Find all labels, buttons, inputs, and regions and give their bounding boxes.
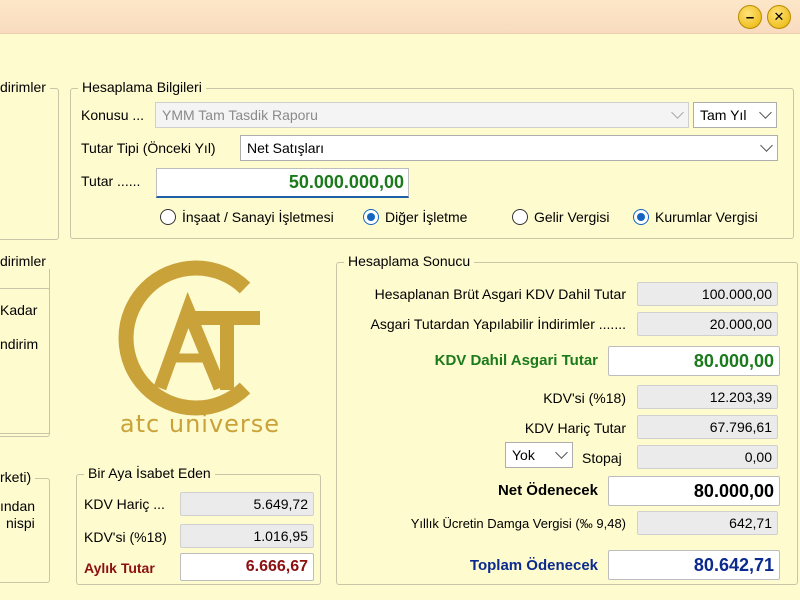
radio-selected-icon xyxy=(363,209,379,225)
chevron-down-icon xyxy=(759,106,772,119)
period-select[interactable]: Tam Yıl xyxy=(693,102,777,128)
chevron-down-icon xyxy=(671,106,684,119)
brut-value: 100.000,00 xyxy=(637,282,778,306)
bir-aya-legend: Bir Aya İsabet Eden xyxy=(84,465,215,481)
left-group-2-legend: dirimler xyxy=(0,253,50,269)
radio-diger-label: Diğer İşletme xyxy=(385,209,468,225)
hesaplama-bilgileri-legend: Hesaplama Bilgileri xyxy=(78,79,206,95)
sonuc-kdv-haric-label: KDV Hariç Tutar xyxy=(524,420,626,436)
left-text-undan: ından xyxy=(0,498,36,514)
stopaj-select-value: Yok xyxy=(512,447,535,463)
stopaj-select[interactable]: Yok xyxy=(505,442,573,468)
left-text-nispi: nispi xyxy=(6,515,35,531)
radio-insaat-label: İnşaat / Sanayi İşletmesi xyxy=(182,209,334,225)
toplam-odenecek-value: 80.642,71 xyxy=(608,550,780,580)
radio-selected-icon xyxy=(633,209,649,225)
aylik-tutar-label: Aylık Tutar xyxy=(84,560,155,576)
left-group-1-legend: dirimler xyxy=(0,79,50,95)
tutar-label: Tutar ...... xyxy=(81,173,141,189)
radio-insaat[interactable]: İnşaat / Sanayi İşletmesi xyxy=(160,209,334,225)
sonuc-kdvsi-value: 12.203,39 xyxy=(637,385,778,409)
sonuc-kdv-haric-value: 67.796,61 xyxy=(637,415,778,439)
aylik-tutar-value: 6.666,67 xyxy=(180,553,314,581)
brut-label: Hesaplanan Brüt Asgari KDV Dahil Tutar xyxy=(374,286,626,302)
toplam-odenecek-label: Toplam Ödenecek xyxy=(469,557,598,574)
bir-aya-kdv-haric-value: 5.649,72 xyxy=(180,492,314,516)
radio-gelir-label: Gelir Vergisi xyxy=(534,209,610,225)
damga-label: Yıllık Ücretin Damga Vergisi (‰ 9,48) xyxy=(410,516,626,531)
net-odenecek-value: 80.000,00 xyxy=(608,476,780,506)
bir-aya-kdvsi-value: 1.016,95 xyxy=(180,524,314,548)
stopaj-value: 0,00 xyxy=(637,445,778,469)
net-odenecek-label: Net Ödenecek xyxy=(497,482,598,499)
radio-circle-icon xyxy=(512,209,528,225)
radio-diger[interactable]: Diğer İşletme xyxy=(363,209,467,225)
konusu-select[interactable]: YMM Tam Tasdik Raporu xyxy=(155,102,689,128)
left-group-3-legend: rketi) xyxy=(0,469,36,485)
hesaplama-sonucu-legend: Hesaplama Sonucu xyxy=(344,253,475,269)
radio-kurumlar[interactable]: Kurumlar Vergisi xyxy=(633,209,758,225)
left-group-1 xyxy=(0,88,59,240)
damga-value: 642,71 xyxy=(637,511,778,535)
chevron-down-icon xyxy=(760,139,773,152)
radio-gelir[interactable]: Gelir Vergisi xyxy=(512,209,609,225)
sonuc-kdvsi-label: KDV'si (%18) xyxy=(543,390,626,406)
bir-aya-kdvsi-label: KDV'si (%18) xyxy=(84,529,167,545)
chevron-down-icon xyxy=(555,446,568,459)
left-text-indirim: ndirim xyxy=(0,336,39,352)
period-value: Tam Yıl xyxy=(700,107,747,123)
tutar-tipi-value: Net Satışları xyxy=(247,140,325,156)
kdv-dahil-value: 80.000,00 xyxy=(608,346,780,376)
minimize-icon: – xyxy=(745,8,755,26)
tutar-input[interactable]: 50.000.000,00 xyxy=(156,168,409,198)
close-button[interactable]: ✕ xyxy=(767,5,791,29)
logo-text: atc universe xyxy=(119,410,281,438)
minimize-button[interactable]: – xyxy=(738,5,762,29)
bir-aya-kdv-haric-label: KDV Hariç ... xyxy=(84,496,165,512)
tutar-tipi-label: Tutar Tipi (Önceki Yıl) xyxy=(81,140,216,156)
tutar-tipi-select[interactable]: Net Satışları xyxy=(240,135,778,161)
kdv-dahil-label: KDV Dahil Asgari Tutar xyxy=(434,352,598,369)
radio-circle-icon xyxy=(160,209,176,225)
title-bar xyxy=(0,0,800,34)
stopaj-label: Stopaj xyxy=(582,450,622,466)
left-text-kadar: Kadar xyxy=(0,302,38,318)
konusu-label: Konusu ... xyxy=(81,107,145,123)
indirim-label: Asgari Tutardan Yapılabilir İndirimler .… xyxy=(370,316,626,332)
radio-kurumlar-label: Kurumlar Vergisi xyxy=(655,209,758,225)
konusu-value: YMM Tam Tasdik Raporu xyxy=(162,107,318,123)
indirim-value: 20.000,00 xyxy=(637,312,778,336)
close-icon: ✕ xyxy=(773,9,785,24)
